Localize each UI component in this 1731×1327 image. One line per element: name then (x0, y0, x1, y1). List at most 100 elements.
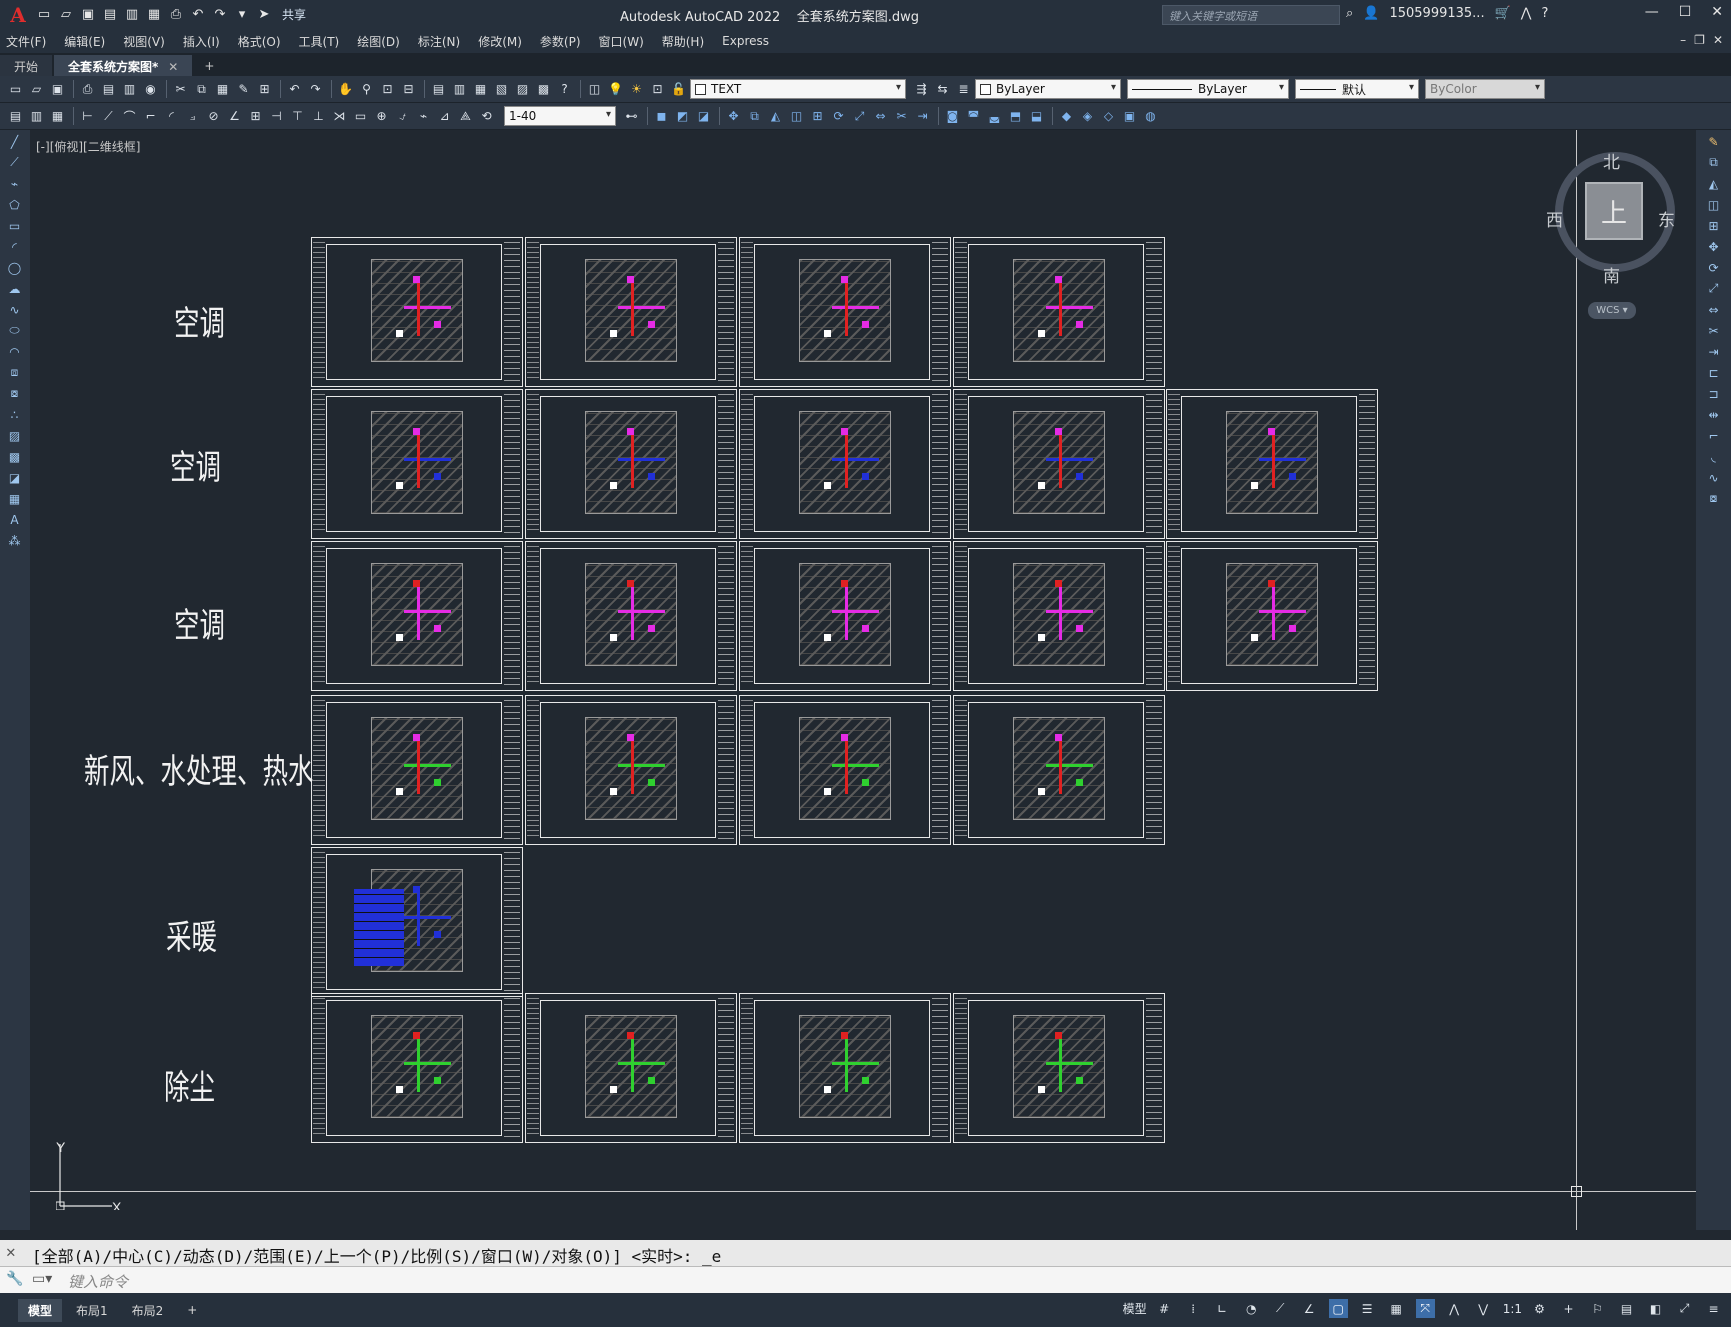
plot-icon[interactable]: ⎙ (166, 5, 186, 25)
snap-icon[interactable]: ⁞ (1184, 1299, 1203, 1318)
explode-icon[interactable]: ⧇ (1704, 489, 1723, 508)
trim-modify-icon[interactable]: ✂ (1704, 321, 1723, 340)
polygon-icon[interactable]: ⬠ (5, 195, 24, 214)
gradient-icon[interactable]: ▩ (5, 447, 24, 466)
dim-edit-icon[interactable]: ⊿ (435, 107, 454, 126)
grid-icon[interactable]: # (1155, 1299, 1174, 1318)
zoom-previous-icon[interactable]: ⊟ (399, 80, 418, 99)
dim-update-icon[interactable]: ⟲ (477, 107, 496, 126)
drawing-sheet[interactable] (525, 993, 737, 1143)
zoom-window-icon[interactable]: ⊡ (378, 80, 397, 99)
help-tool-icon[interactable]: ? (555, 80, 574, 99)
command-line[interactable]: 🔧 ▭▾ 键入命令 (0, 1266, 1731, 1293)
autodesk-app-icon[interactable]: ⋀ (1521, 6, 1532, 21)
customize-dropdown-icon[interactable]: ▾ (232, 5, 252, 25)
linear-dim-icon[interactable]: ⊢ (78, 107, 97, 126)
zoom-realtime-icon[interactable]: ⚲ (357, 80, 376, 99)
doc-close-icon[interactable]: ✕ (1713, 33, 1723, 47)
solid-union-icon[interactable]: ◙ (943, 107, 962, 126)
jogged-linear-icon[interactable]: ⌁ (414, 107, 433, 126)
3d-cone-icon[interactable]: ◪ (694, 107, 713, 126)
qnew-icon[interactable]: ▭ (6, 80, 25, 99)
break-icon[interactable]: ⊐ (1704, 384, 1723, 403)
new-icon[interactable]: ▭ (34, 5, 54, 25)
design-center-icon[interactable]: ◉ (141, 80, 160, 99)
radius-dim-icon[interactable]: ◜ (162, 107, 181, 126)
scale-modify-icon[interactable]: ⤢ (1704, 279, 1723, 298)
arc-length-dim-icon[interactable]: ⌒ (120, 107, 139, 126)
open-icon[interactable]: ▱ (56, 5, 76, 25)
baseline-dim-icon[interactable]: ⊣ (267, 107, 286, 126)
markup-icon[interactable]: ▨ (513, 80, 532, 99)
share-icon[interactable]: ➤ (254, 5, 274, 25)
drawing-sheet[interactable] (525, 389, 737, 539)
insert-block-icon[interactable]: ⧈ (5, 363, 24, 382)
layer-viewport-icon[interactable]: ⊡ (648, 80, 667, 99)
viewcube-south[interactable]: 南 (1603, 262, 1620, 287)
ortho-icon[interactable]: ∟ (1213, 1299, 1232, 1318)
block-icon[interactable]: ▥ (27, 107, 46, 126)
drawing-sheet[interactable] (311, 695, 523, 845)
drawing-sheet[interactable] (311, 389, 523, 539)
redo-icon[interactable]: ↷ (210, 5, 230, 25)
isodraft-icon[interactable]: ⟋ (1271, 1299, 1290, 1318)
layer-thaw-icon[interactable]: ☀ (627, 80, 646, 99)
layer-lock-icon[interactable]: 🔓 (669, 80, 688, 99)
drawing-sheet[interactable] (1166, 541, 1378, 691)
3d-box-icon[interactable]: ◼ (652, 107, 671, 126)
extend-modify-icon[interactable]: ⇥ (1704, 342, 1723, 361)
layout-tab-model[interactable]: 模型 (18, 1298, 63, 1322)
minimize-icon[interactable]: — (1645, 4, 1659, 20)
scale-icon[interactable]: ⤢ (850, 107, 869, 126)
copy-modify-icon[interactable]: ⧉ (1704, 153, 1723, 172)
materials-icon[interactable]: ◈ (1078, 107, 1097, 126)
dim-text-edit-icon[interactable]: ⟁ (456, 107, 475, 126)
angular-dim-icon[interactable]: ∠ (225, 107, 244, 126)
help-icon[interactable]: ? (1541, 6, 1548, 21)
save-file-icon[interactable]: ▣ (48, 80, 67, 99)
menu-insert[interactable]: 插入(I) (183, 33, 232, 50)
linetype-dropdown[interactable]: ByLayer ▾ (1127, 79, 1289, 99)
layer-state-icon[interactable]: ≣ (954, 80, 973, 99)
command-input[interactable]: 键入命令 (68, 1273, 128, 1291)
table-icon[interactable]: ▦ (5, 489, 24, 508)
multiline-text-icon[interactable]: A (5, 510, 24, 529)
layer-dropdown[interactable]: TEXT ▾ (690, 79, 906, 99)
transparency-icon[interactable]: ▦ (1387, 1299, 1406, 1318)
ellipse-arc-icon[interactable]: ◠ (5, 342, 24, 361)
layout-tab-layout1[interactable]: 布局1 (66, 1299, 118, 1322)
fillet-icon[interactable]: ◟ (1704, 447, 1723, 466)
menu-tools[interactable]: 工具(T) (299, 33, 352, 50)
annotation-monitor-icon[interactable]: + (1559, 1299, 1578, 1318)
line-icon[interactable]: ╱ (5, 132, 24, 151)
mtext-icon[interactable]: ▤ (6, 107, 25, 126)
share-label[interactable]: 共享 (282, 6, 306, 23)
save-as-icon[interactable]: ▤ (100, 5, 120, 25)
rectangle-icon[interactable]: ▭ (5, 216, 24, 235)
block-editor-icon[interactable]: ⊞ (255, 80, 274, 99)
dimstyle-dropdown[interactable]: 1-40 ▾ (504, 106, 616, 126)
viewcube-top-face[interactable]: 上 (1585, 182, 1643, 240)
add-selected-icon[interactable]: ⁂ (5, 531, 24, 550)
menu-express[interactable]: Express (722, 34, 781, 48)
arc-icon[interactable]: ◜ (5, 237, 24, 256)
save-icon[interactable]: ▣ (78, 5, 98, 25)
menu-help[interactable]: 帮助(H) (662, 33, 716, 50)
cut-icon[interactable]: ✂ (171, 80, 190, 99)
web-open-icon[interactable]: ▥ (122, 5, 142, 25)
web-save-icon[interactable]: ▦ (144, 5, 164, 25)
paste-icon[interactable]: ▦ (213, 80, 232, 99)
rotate-modify-icon[interactable]: ⟳ (1704, 258, 1723, 277)
ordinate-dim-icon[interactable]: ⌐ (141, 107, 160, 126)
drawing-sheet[interactable] (525, 237, 737, 387)
open-file-icon[interactable]: ▱ (27, 80, 46, 99)
tolerance-icon[interactable]: ▭ (351, 107, 370, 126)
tool-palettes-icon[interactable]: ▦ (471, 80, 490, 99)
selection-cycling-icon[interactable]: ⤧ (1415, 1299, 1435, 1318)
copy-icon[interactable]: ⧉ (192, 80, 211, 99)
layer-on-icon[interactable]: 💡 (606, 80, 625, 99)
orbit-icon[interactable]: ◍ (1141, 107, 1160, 126)
join-icon[interactable]: ⇹ (1704, 405, 1723, 424)
array-icon[interactable]: ⊞ (808, 107, 827, 126)
add-layout-icon[interactable]: + (177, 1300, 207, 1320)
